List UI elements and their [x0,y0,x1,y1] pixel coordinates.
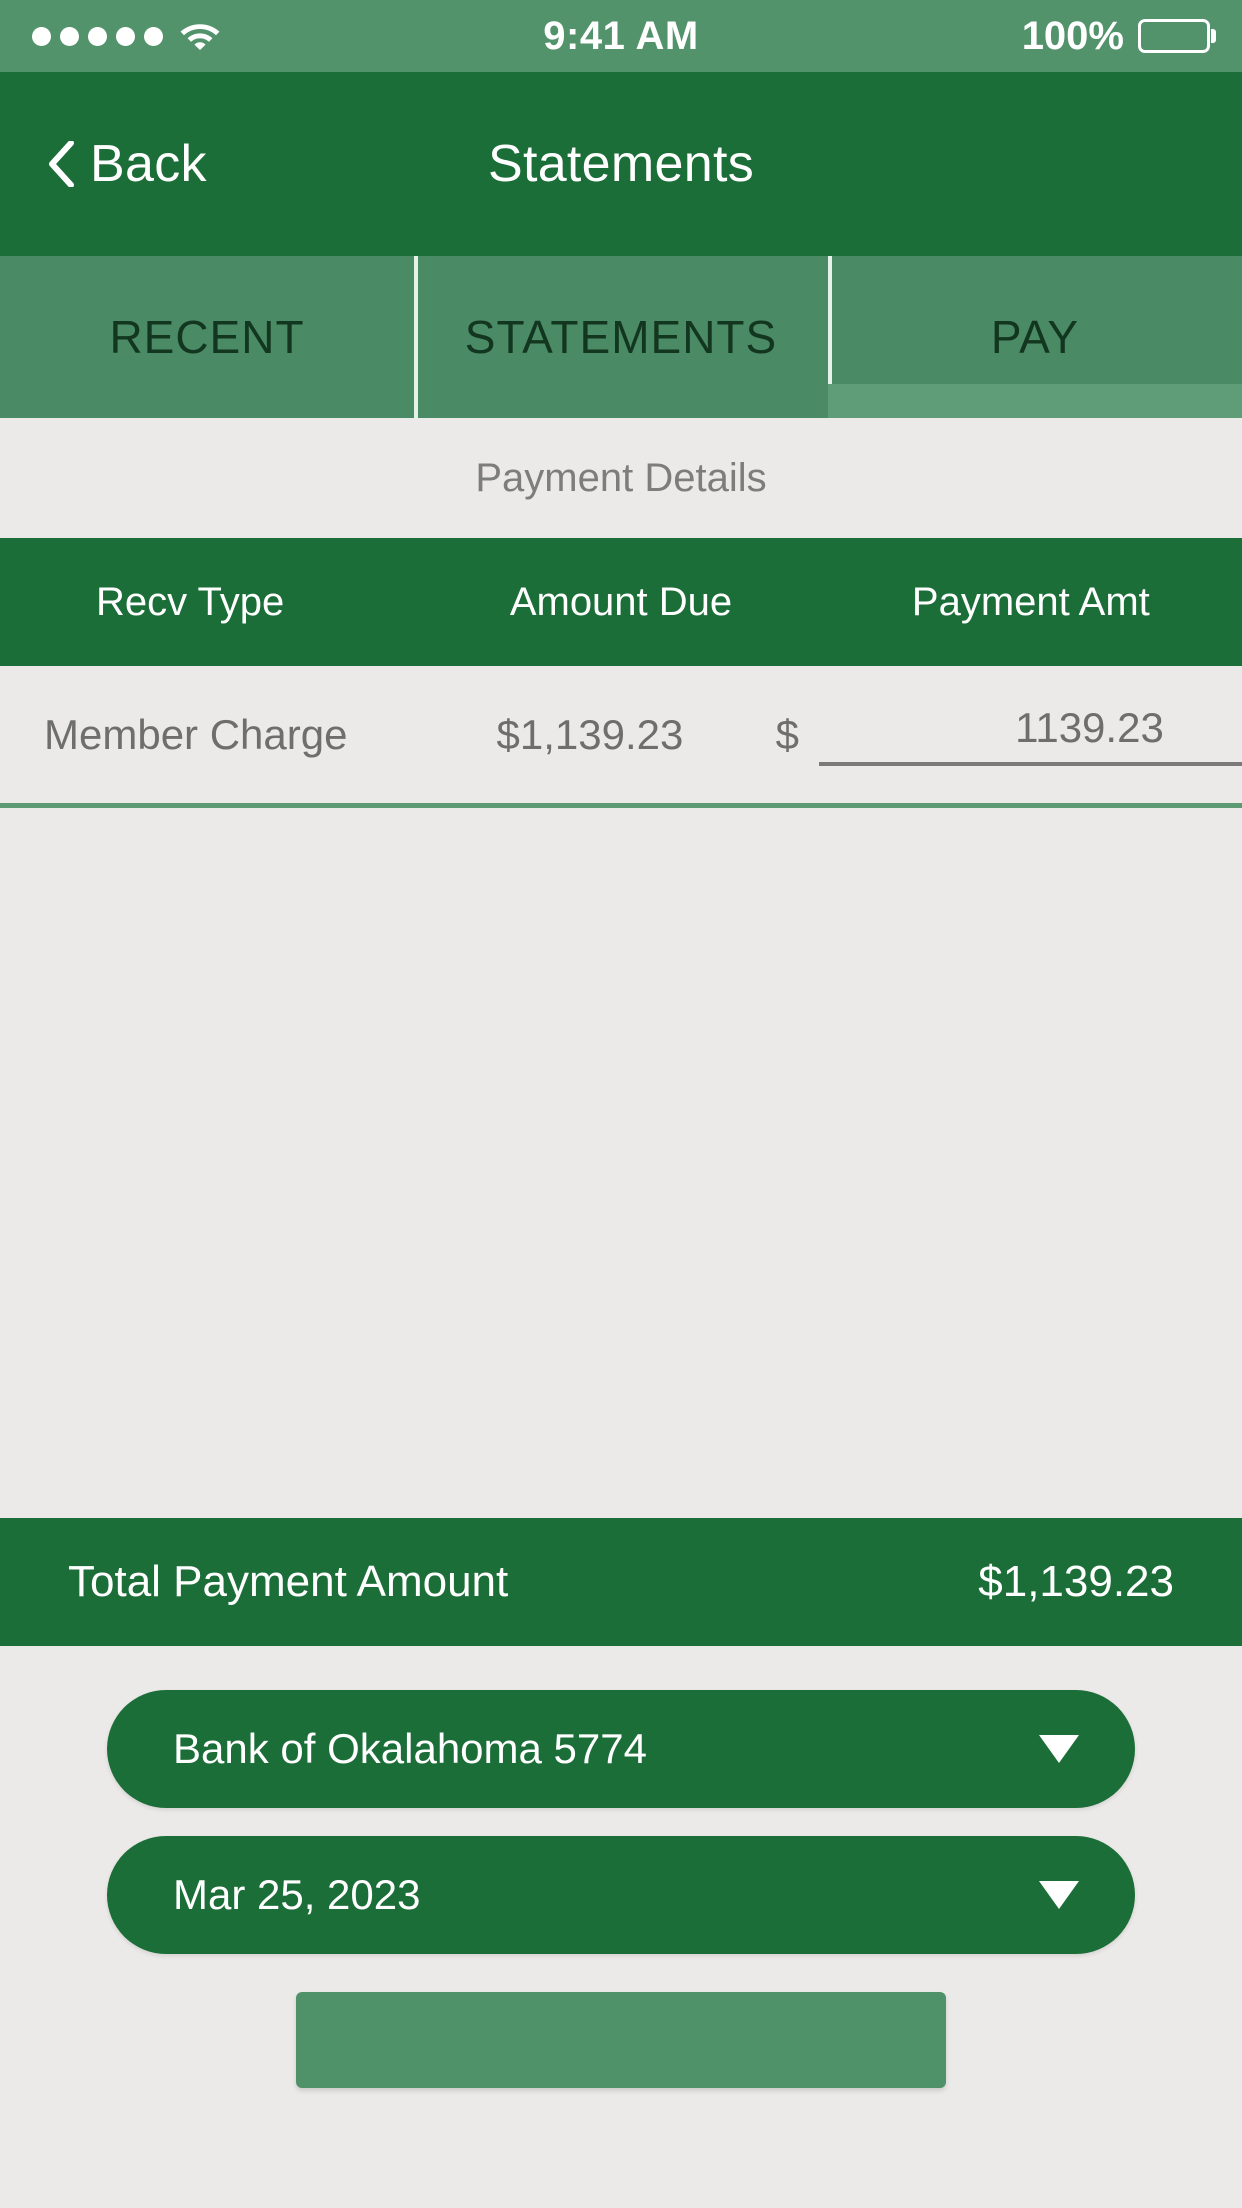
content-spacer [0,808,1242,1518]
payment-date-dropdown[interactable]: Mar 25, 2023 [107,1836,1135,1954]
column-header-recv-type: Recv Type [96,579,285,624]
caret-down-icon [1037,1732,1081,1766]
status-bar-left [32,20,221,52]
navigation-bar: Back Statements [0,72,1242,256]
payment-date-dropdown-label: Mar 25, 2023 [173,1871,421,1918]
section-title: Payment Details [475,455,767,500]
tab-statements-label: STATEMENTS [464,311,778,363]
column-header-amount-due: Amount Due [509,579,733,624]
bank-account-dropdown[interactable]: Bank of Okalahoma 5774 [107,1690,1135,1808]
app-screen: 9:41 AM 100% Back Statements RECENT STAT… [0,0,1242,2208]
column-header-payment-amt: Payment Amt [911,579,1150,624]
table-row: Member Charge $1,139.23 $ [0,666,1242,808]
cell-recv-type: Member Charge [44,710,348,758]
cell-amount-due: $1,139.23 [496,710,684,758]
total-payment-label: Total Payment Amount [68,1557,509,1606]
chevron-left-icon [48,141,74,187]
status-bar-right: 100% [1021,13,1216,59]
tab-pay-label: PAY [990,311,1080,363]
currency-symbol: $ [775,710,799,758]
table-header: Recv Type Amount Due Payment Amt [0,538,1242,666]
cellular-signal-dots-icon [32,26,163,46]
tab-statements[interactable]: STATEMENTS [414,256,828,418]
battery-percent-label: 100% [1021,13,1124,58]
payment-form: Bank of Okalahoma 5774 Mar 25, 2023 [0,1646,1242,2208]
back-button-label: Back [90,135,207,193]
status-bar: 9:41 AM 100% [0,0,1242,72]
cell-payment-amount: $ [758,703,1242,766]
payment-amount-input[interactable] [818,703,1242,766]
battery-full-icon [1138,19,1216,53]
tab-recent-label: RECENT [109,311,305,363]
submit-payment-button[interactable] [296,1992,946,2088]
tab-bar: RECENT STATEMENTS PAY [0,256,1242,418]
total-payment-bar: Total Payment Amount $1,139.23 [0,1518,1242,1646]
section-header: Payment Details [0,418,1242,538]
back-button[interactable]: Back [48,134,207,194]
bank-account-dropdown-label: Bank of Okalahoma 5774 [173,1725,647,1772]
tab-recent[interactable]: RECENT [0,256,414,418]
tab-pay[interactable]: PAY [828,256,1242,418]
caret-down-icon [1037,1878,1081,1912]
total-payment-value: $1,139.23 [978,1557,1174,1606]
wifi-icon [179,20,221,52]
